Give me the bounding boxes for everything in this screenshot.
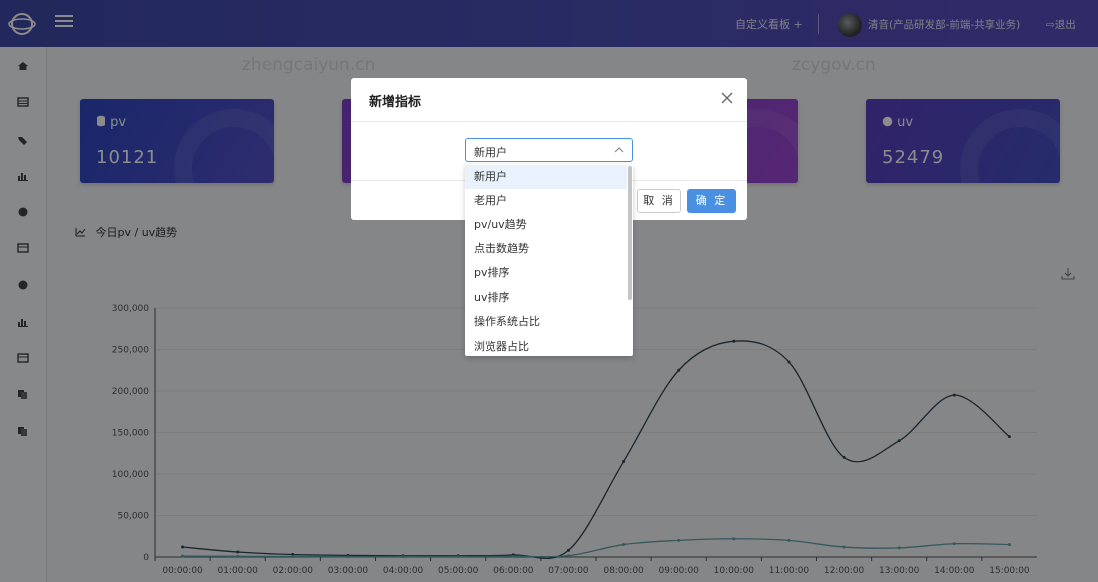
dropdown-item[interactable]: 老用户 (465, 189, 627, 213)
metric-dropdown: 新用户 老用户 pv/uv趋势 点击数趋势 pv排序 uv排序 操作系统占比 浏… (465, 164, 633, 356)
dropdown-item[interactable]: pv排序 (465, 261, 627, 285)
chevron-up-icon (614, 147, 624, 153)
dropdown-item[interactable]: 点击数趋势 (465, 237, 627, 261)
dropdown-scrollbar[interactable] (628, 166, 632, 300)
dropdown-item[interactable]: pv/uv趋势 (465, 213, 627, 237)
confirm-button[interactable]: 确 定 (687, 189, 736, 213)
dropdown-item[interactable]: 新用户 (465, 165, 627, 189)
dropdown-item[interactable]: 浏览器占比 (465, 335, 627, 356)
divider (351, 121, 747, 122)
select-value: 新用户 (474, 146, 507, 159)
metric-select[interactable]: 新用户 (465, 138, 633, 162)
close-icon[interactable] (719, 90, 735, 106)
cancel-button[interactable]: 取 消 (637, 189, 681, 213)
modal-title: 新增指标 (369, 95, 422, 110)
dropdown-item[interactable]: uv排序 (465, 286, 627, 310)
dropdown-item[interactable]: 操作系统占比 (465, 310, 627, 334)
